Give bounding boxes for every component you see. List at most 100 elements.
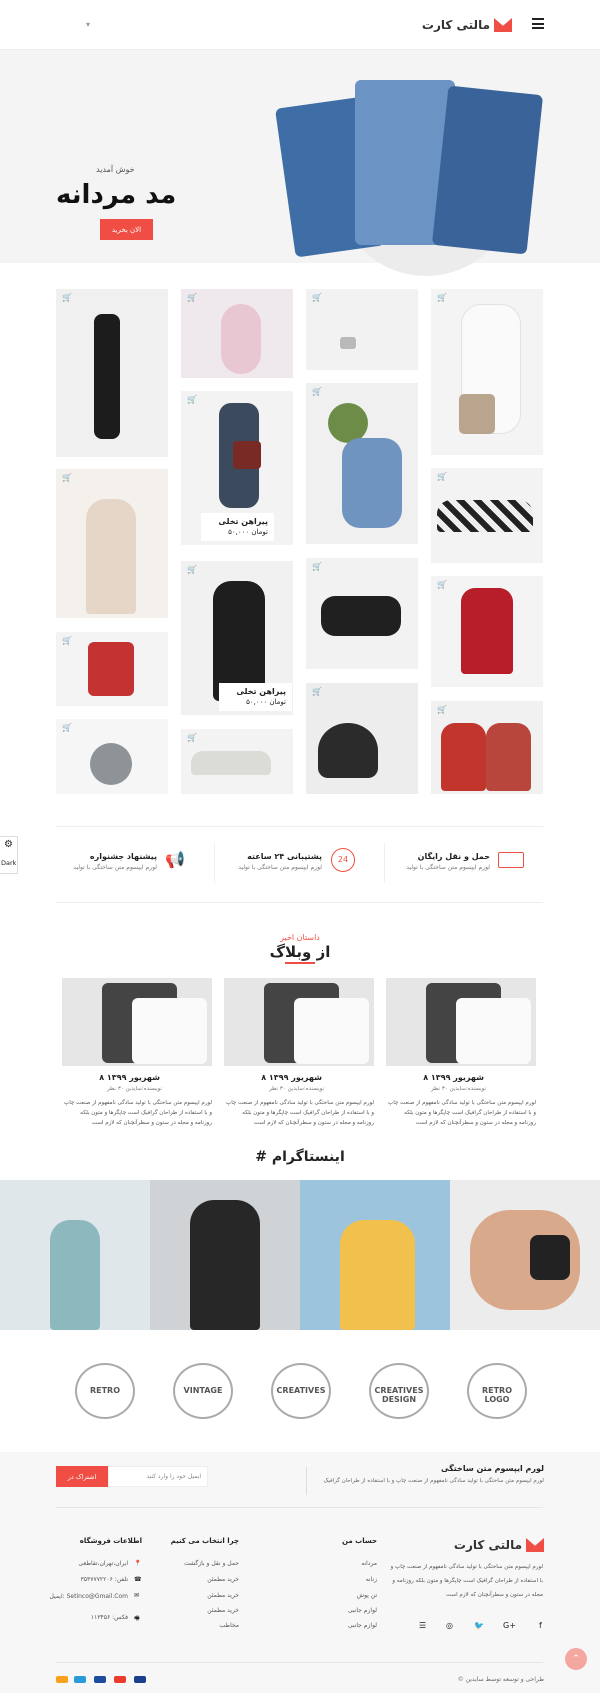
logo-mark-icon <box>526 1538 544 1552</box>
cart-icon[interactable]: 🛒 <box>312 688 322 696</box>
product-tile[interactable]: 🛒 <box>431 576 543 687</box>
footer-link[interactable]: خرید مطمئن <box>207 1592 239 1599</box>
chevron-down-icon[interactable]: ▾ <box>86 20 90 29</box>
cart-icon[interactable]: 🛒 <box>437 473 447 481</box>
instagram-image-figure <box>190 1200 260 1330</box>
cart-icon[interactable]: 🛒 <box>312 388 322 396</box>
instagram-image[interactable] <box>150 1180 300 1330</box>
blog-image[interactable] <box>62 978 212 1066</box>
product-tile[interactable]: 🛒 <box>306 683 418 794</box>
twitter-icon[interactable]: 🐦 <box>474 1621 484 1630</box>
blog-image[interactable] <box>224 978 374 1066</box>
fax-icon: 🖷 <box>134 1615 140 1622</box>
feature-title: پشتیبانی ۲۴ ساعته <box>247 852 322 861</box>
cart-icon[interactable]: 🛒 <box>187 294 197 302</box>
footer-info: ایمیل: Setinco@Gmail.Com <box>49 1593 128 1600</box>
product-tile[interactable]: 🛒 <box>56 289 168 457</box>
subscribe-button[interactable]: اشتراک در <box>56 1466 108 1487</box>
settings-widget[interactable]: ⚙ Dark <box>0 836 18 874</box>
feature-title: پیشنهاد جشنواره <box>89 852 157 861</box>
location-icon: 📍 <box>134 1560 142 1567</box>
footer-link[interactable]: خرید مطمئن <box>207 1607 239 1614</box>
facebook-icon[interactable]: f <box>539 1621 542 1630</box>
watch-icon <box>530 1235 570 1280</box>
brand-logo[interactable]: CREATIVES DESIGN <box>369 1363 429 1419</box>
footer-link[interactable]: حمل و نقل و بازگشت <box>184 1560 239 1567</box>
product-tile[interactable]: 🛒 <box>56 719 168 794</box>
footer-link[interactable]: خرید مطمئن <box>207 1576 239 1583</box>
brand-logo[interactable]: RETRO LOGO <box>467 1363 527 1419</box>
product-tag[interactable]: پیراهن تخلی ۵۰,۰۰۰ تومان <box>219 683 292 711</box>
cart-icon[interactable]: 🛒 <box>187 396 197 404</box>
cart-icon[interactable]: 🛒 <box>62 724 72 732</box>
product-image <box>321 596 401 636</box>
instagram-image[interactable] <box>450 1180 600 1330</box>
product-tile[interactable]: 🛒 <box>56 469 168 618</box>
product-tile[interactable]: 🛒 <box>431 289 543 455</box>
brand-logo[interactable]: CREATIVES <box>271 1363 331 1419</box>
blog-date[interactable]: ۸ شهریور ۱۳۹۹ <box>99 1073 160 1082</box>
blog-title: از وبلاگ <box>269 943 331 961</box>
brand-name: CREATIVES DESIGN <box>374 1386 424 1404</box>
email-icon: ✉ <box>134 1592 140 1599</box>
blog-date[interactable]: ۸ شهریور ۱۳۹۹ <box>423 1073 484 1082</box>
divider <box>306 1467 307 1495</box>
product-tile[interactable]: 🛒 پیراهن تخلی ۵۰,۰۰۰ تومان <box>181 391 293 545</box>
newsletter-email-input[interactable]: ایمیل خود را وارد کنید <box>108 1466 208 1487</box>
product-image <box>461 588 513 674</box>
product-tile[interactable]: 🛒 <box>306 558 418 669</box>
scroll-top-button[interactable]: ⌃ <box>565 1648 587 1670</box>
instagram-image-figure <box>340 1220 415 1330</box>
product-tile[interactable]: 🛒 <box>306 383 418 544</box>
cart-icon[interactable]: 🛒 <box>437 581 447 589</box>
newsletter-title: لورم ایپسوم متن ساختگی <box>441 1464 544 1473</box>
brand-logo[interactable]: RETRO <box>75 1363 135 1419</box>
cart-icon[interactable]: 🛒 <box>312 294 322 302</box>
product-tile[interactable]: 🛒 <box>306 289 418 370</box>
menu-icon[interactable] <box>532 18 544 29</box>
cart-icon[interactable]: 🛒 <box>187 566 197 574</box>
blog-image[interactable] <box>386 978 536 1066</box>
shop-now-button[interactable]: الان بخرید <box>100 219 153 240</box>
blog-date[interactable]: ۸ شهریور ۱۳۹۹ <box>261 1073 322 1082</box>
cart-icon[interactable]: 🛒 <box>187 734 197 742</box>
site-logo[interactable]: مالتی کارت <box>422 15 512 35</box>
cart-icon[interactable]: 🛒 <box>62 637 72 645</box>
product-tile[interactable]: 🛒 <box>431 701 543 794</box>
product-tile[interactable]: 🛒 پیراهن تخلی ۵۰,۰۰۰ تومان <box>181 561 293 715</box>
product-tag[interactable]: پیراهن تخلی ۵۰,۰۰۰ تومان <box>201 513 274 541</box>
hero-title: مد مردانه <box>56 180 177 210</box>
google-plus-icon[interactable]: G+ <box>503 1621 516 1630</box>
cart-icon[interactable]: 🛒 <box>437 706 447 714</box>
blog-image-shirt <box>294 998 369 1064</box>
gear-icon[interactable]: ⚙ <box>4 839 13 850</box>
product-tile[interactable]: 🛒 <box>181 729 293 794</box>
cart-icon[interactable]: 🛒 <box>62 294 72 302</box>
footer-link[interactable]: تن پوش <box>357 1592 377 1599</box>
footer-link[interactable]: لوازم جانبی <box>348 1607 377 1614</box>
rss-icon[interactable]: ☰ <box>419 1621 426 1630</box>
discover-card-icon <box>56 1676 68 1683</box>
brand-logo[interactable]: VINTAGE <box>173 1363 233 1419</box>
product-image <box>328 403 368 443</box>
footer-logo[interactable]: مالتی کارت <box>454 1537 544 1553</box>
product-tile[interactable]: 🛒 <box>56 632 168 706</box>
cart-icon[interactable]: 🛒 <box>62 474 72 482</box>
title-underline <box>285 962 315 964</box>
instagram-icon[interactable]: ◎ <box>446 1621 453 1630</box>
footer-link[interactable]: لوازم جانبی <box>348 1622 377 1629</box>
footer-link[interactable]: مردانه <box>361 1560 377 1567</box>
hero-banner: خوش آمدید مد مردانه الان بخرید <box>0 50 600 276</box>
product-name: پیراهن تخلی <box>218 517 268 526</box>
product-tile[interactable]: 🛒 <box>181 289 293 378</box>
footer-link[interactable]: مخاطب <box>219 1622 239 1629</box>
blog-text: لورم ایپسوم متن ساختگی با تولید سادگی نا… <box>388 1100 536 1126</box>
dark-mode-toggle[interactable]: Dark <box>1 859 16 867</box>
cart-icon[interactable]: 🛒 <box>312 563 322 571</box>
footer-info: تلفن: ۳۵۳۷۷۷۲۲۰۶ <box>80 1576 128 1583</box>
footer-link[interactable]: زنانه <box>366 1576 377 1583</box>
product-tile[interactable]: 🛒 <box>431 468 543 563</box>
cart-icon[interactable]: 🛒 <box>437 294 447 302</box>
instagram-image[interactable] <box>0 1180 150 1330</box>
instagram-image[interactable] <box>300 1180 450 1330</box>
